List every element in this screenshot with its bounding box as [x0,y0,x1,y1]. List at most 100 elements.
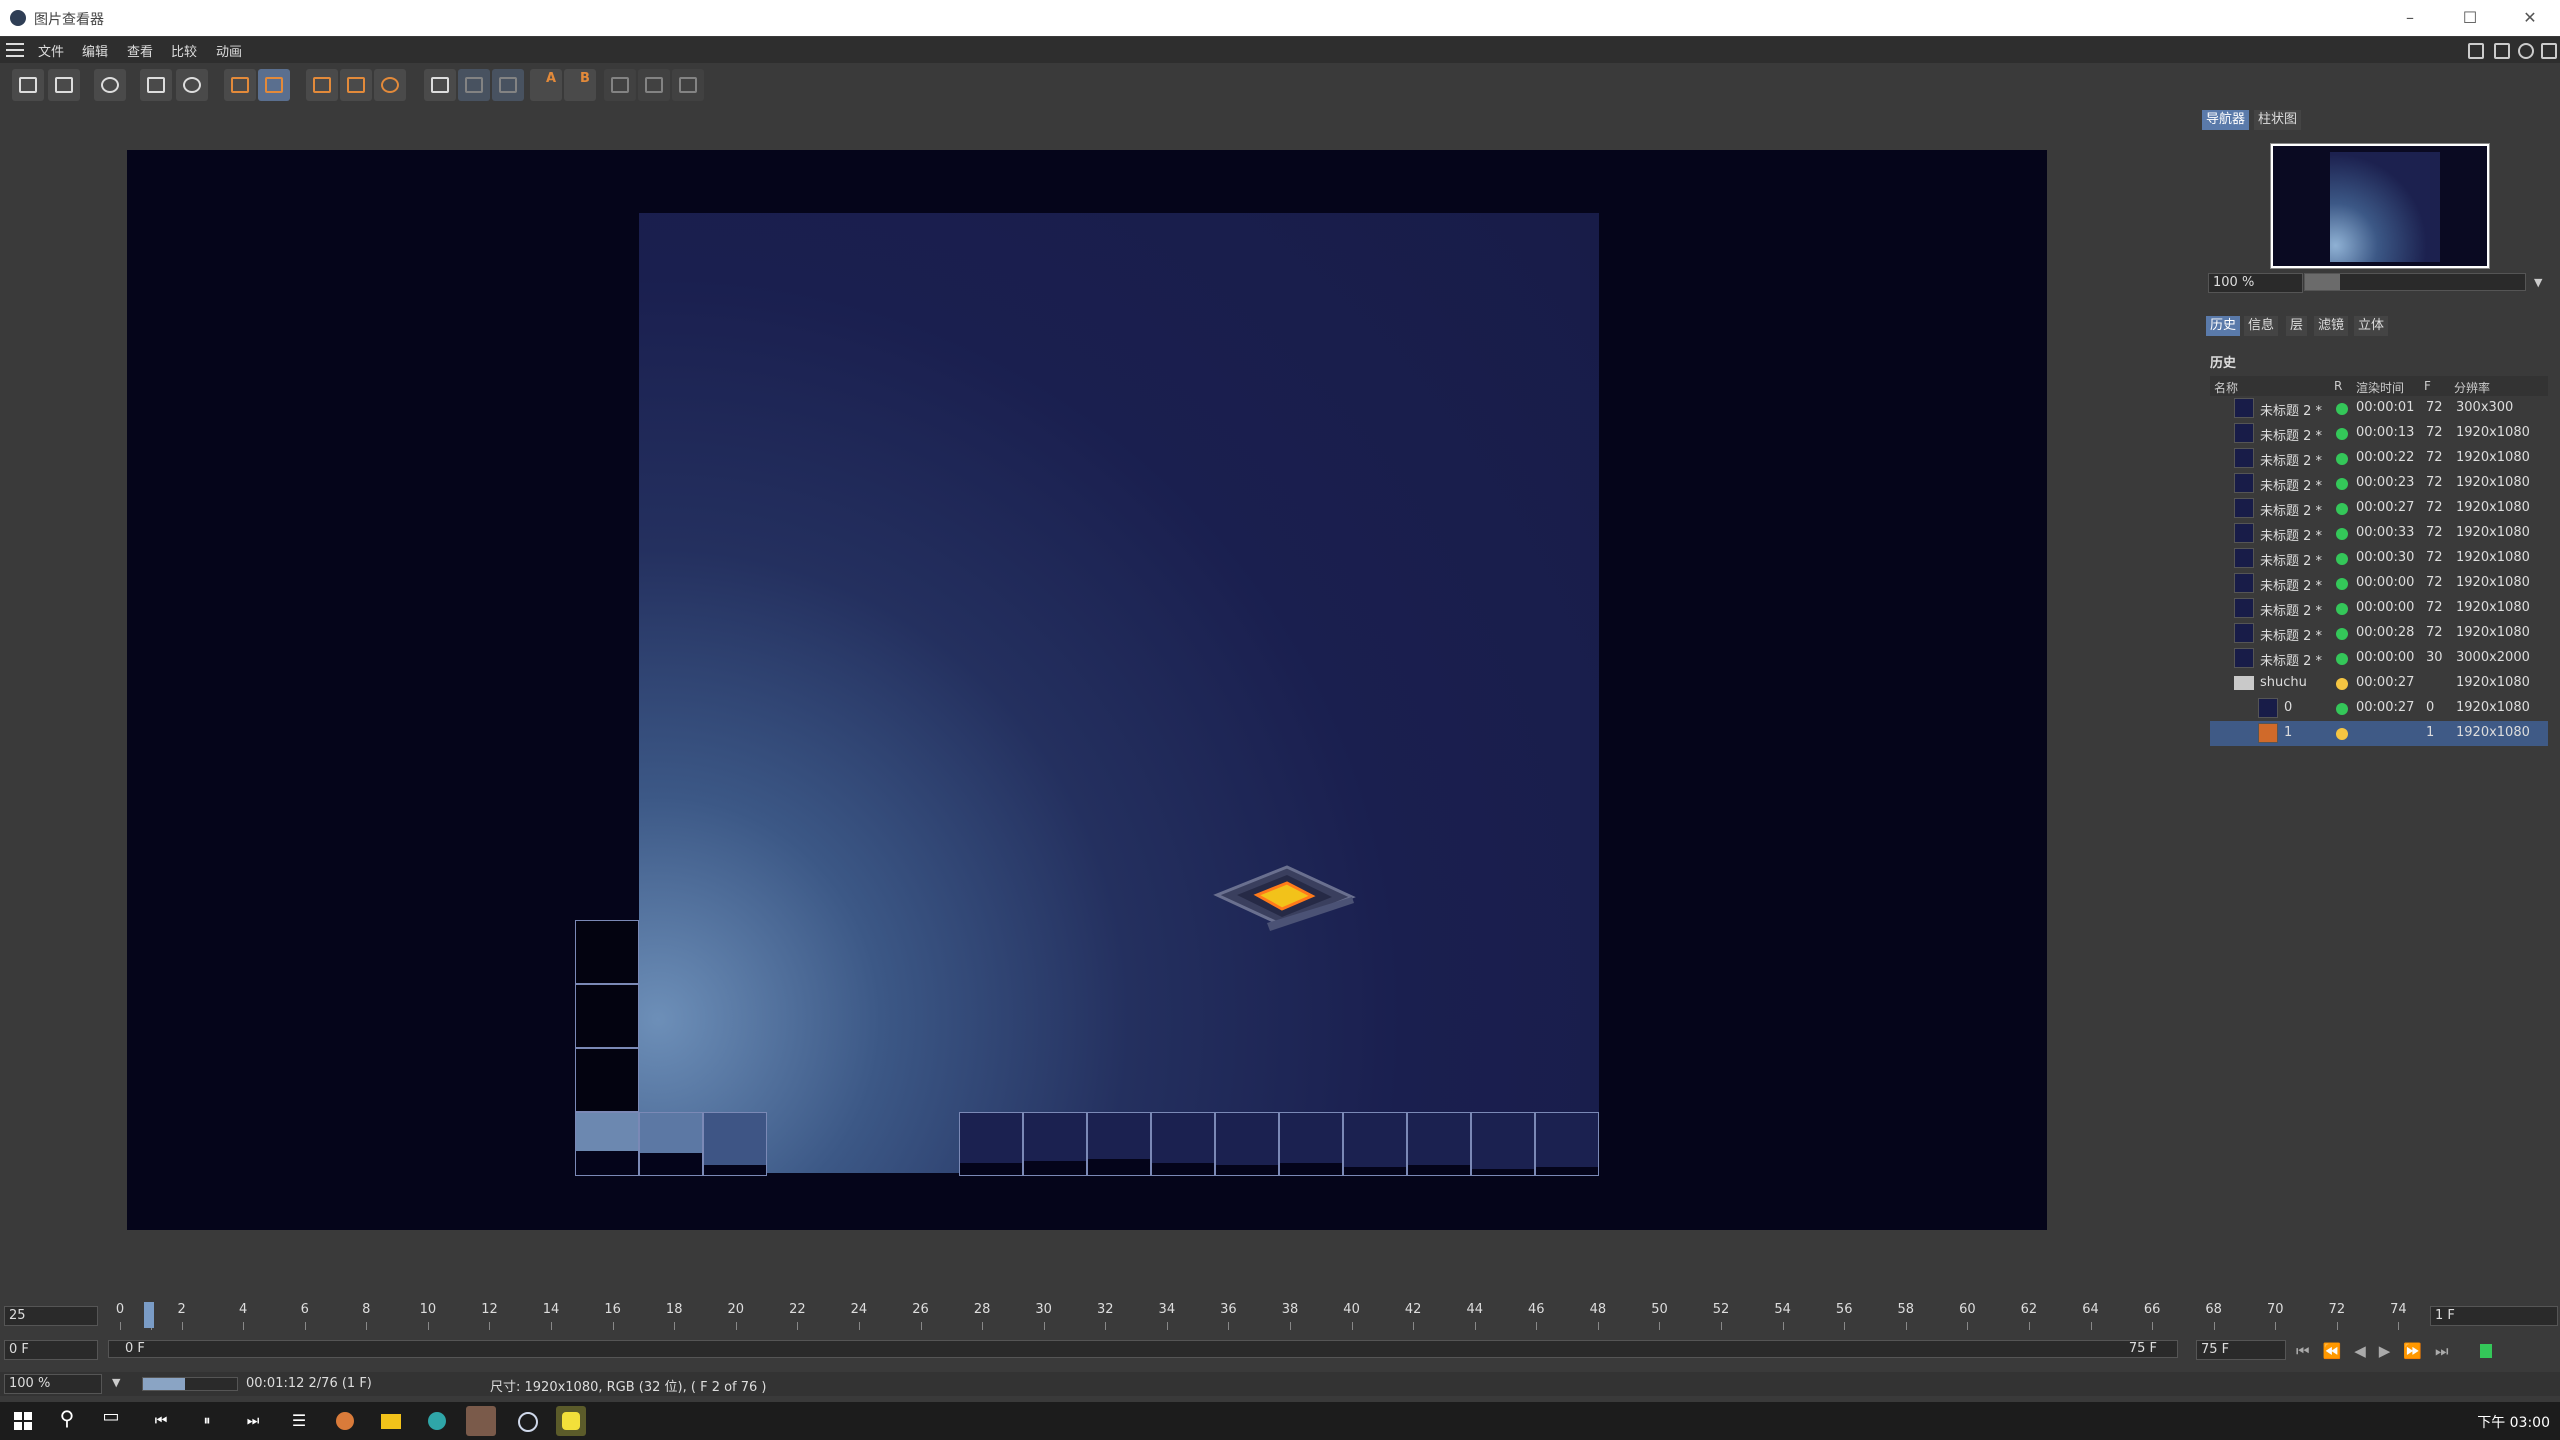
col-resolution[interactable]: 分辨率 [2454,379,2490,396]
history-row[interactable]: 未标题 2 * 00:00:28 72 1920x1080 [2210,621,2548,646]
menu-edit[interactable]: 编辑 [82,41,108,60]
fps-field[interactable]: 25 [4,1306,98,1326]
tab-navigator[interactable]: 导航器 [2202,110,2250,130]
new-window-icon[interactable] [2494,43,2510,59]
col-name[interactable]: 名称 [2214,379,2238,396]
task-view-icon[interactable]: ▭ [96,1406,126,1436]
view-b-icon[interactable] [340,69,372,101]
render-settings-icon[interactable] [94,69,126,101]
maximize-button[interactable]: ☐ [2440,0,2500,36]
media-pause-icon[interactable]: ⏸ [192,1406,222,1436]
app-browser-icon[interactable] [330,1406,360,1436]
go-start-icon[interactable]: ⏮ [2296,1342,2323,1360]
history-row[interactable]: 未标题 2 * 00:00:00 72 1920x1080 [2210,571,2548,596]
compare-right-icon[interactable] [672,69,704,101]
close-button[interactable]: ✕ [2500,0,2560,36]
tab-histogram[interactable]: 柱状图 [2254,110,2302,130]
cinema4d-icon[interactable] [512,1406,542,1436]
history-row[interactable]: 未标题 2 * 00:00:30 72 1920x1080 [2210,546,2548,571]
history-row[interactable]: 1 1 1920x1080 [2210,721,2548,746]
panel-layout-icon[interactable] [2468,43,2484,59]
play-reverse-icon[interactable]: ◀ [2354,1342,2379,1360]
history-row[interactable]: 未标题 2 * 00:00:23 72 1920x1080 [2210,471,2548,496]
navigator-thumbnail[interactable] [2270,143,2490,269]
media-prev-icon[interactable]: ⏮ [146,1406,176,1436]
history-row[interactable]: 未标题 2 * 00:00:00 72 1920x1080 [2210,596,2548,621]
row-resolution: 1920x1080 [2456,700,2530,715]
file-explorer-icon[interactable] [376,1406,406,1436]
layers-icon[interactable] [258,69,290,101]
tab-info[interactable]: 信息 [2244,316,2279,336]
history-row[interactable]: 未标题 2 * 00:00:33 72 1920x1080 [2210,521,2548,546]
set-b-icon[interactable]: B [564,69,596,101]
menu-animation[interactable]: 动画 [216,41,242,60]
edge-browser-icon[interactable] [422,1406,452,1436]
media-next-icon[interactable]: ⏭ [238,1406,268,1436]
pin-icon[interactable] [2541,43,2557,59]
history-row[interactable]: 未标题 2 * 00:00:13 72 1920x1080 [2210,421,2548,446]
history-row[interactable]: 未标题 2 * 00:00:27 72 1920x1080 [2210,496,2548,521]
crop-icon[interactable] [140,69,172,101]
history-row[interactable]: 0 00:00:27 0 1920x1080 [2210,696,2548,721]
open-icon[interactable] [12,69,44,101]
copy-icon[interactable] [224,69,256,101]
tab-filters[interactable]: 滤镜 [2314,316,2349,336]
grid-tile [1279,1112,1343,1176]
tick-mark [2028,1322,2030,1330]
navigator-zoom-slider[interactable] [2304,273,2526,291]
navigator-zoom-field[interactable]: 100 % [2208,273,2303,293]
app-notes-icon[interactable]: ☰ [284,1406,314,1436]
tab-layers[interactable]: 层 [2286,316,2308,336]
split-vertical-icon[interactable] [492,69,524,101]
step-forward-icon[interactable]: ⏩ [2403,1342,2435,1360]
history-row[interactable]: shuchu 00:00:27 1920x1080 [2210,671,2548,696]
step-field[interactable]: 1 F [2430,1306,2558,1326]
history-row[interactable]: 未标题 2 * 00:00:01 72 300x300 [2210,396,2548,421]
compare-left-icon[interactable] [638,69,670,101]
range-slider[interactable]: 0 F 75 F [108,1340,2178,1358]
tick-mark [243,1322,245,1330]
menu-file[interactable]: 文件 [38,41,64,60]
set-a-icon[interactable]: A [530,69,562,101]
image-viewport[interactable] [127,150,2047,1230]
channels-icon[interactable] [374,69,406,101]
timeline-ruler[interactable]: 0124681012141618202224262830323436384042… [110,1302,2440,1332]
menu-view[interactable]: 查看 [127,41,153,60]
zoom-field[interactable]: 100 % [4,1374,102,1394]
go-end-icon[interactable]: ⏭ [2435,1342,2462,1360]
tab-stereo[interactable]: 立体 [2354,316,2389,336]
col-frame[interactable]: F [2424,379,2431,393]
row-frame: 72 [2426,550,2443,565]
hamburger-menu-icon[interactable] [6,43,24,57]
chevron-down-icon[interactable]: ▼ [2534,276,2548,290]
col-render-time[interactable]: 渲染时间 [2356,379,2404,396]
move-icon[interactable] [2518,43,2534,59]
search-icon[interactable]: ⚲ [52,1406,82,1436]
toolbar: A B [0,63,2560,107]
app-cat-icon[interactable] [466,1406,496,1436]
picture-viewer-icon[interactable] [556,1406,586,1436]
stamp-icon[interactable] [176,69,208,101]
menu-compare[interactable]: 比较 [171,41,197,60]
record-indicator-icon[interactable] [2480,1344,2492,1358]
ab-compare-icon[interactable] [424,69,456,101]
step-back-icon[interactable]: ⏪ [2323,1342,2355,1360]
split-horizontal-icon[interactable] [458,69,490,101]
end-frame-field[interactable]: 75 F [2196,1340,2286,1360]
playhead[interactable] [144,1302,154,1328]
tab-history[interactable]: 历史 [2206,316,2241,336]
zoom-dropdown-icon[interactable]: ▼ [112,1376,120,1389]
row-name: 未标题 2 * [2260,629,2323,644]
windows-start-icon[interactable] [8,1406,38,1436]
minimize-button[interactable]: – [2380,0,2440,36]
view-a-icon[interactable] [306,69,338,101]
current-frame-field[interactable]: 0 F [4,1340,98,1360]
col-r[interactable]: R [2334,379,2342,393]
play-icon[interactable]: ▶ [2379,1342,2404,1360]
row-name: 1 [2284,725,2293,740]
history-row[interactable]: 未标题 2 * 00:00:22 72 1920x1080 [2210,446,2548,471]
history-row[interactable]: 未标题 2 * 00:00:00 30 3000x2000 [2210,646,2548,671]
swap-icon[interactable] [604,69,636,101]
status-dot-icon [2336,653,2348,665]
save-icon[interactable] [48,69,80,101]
